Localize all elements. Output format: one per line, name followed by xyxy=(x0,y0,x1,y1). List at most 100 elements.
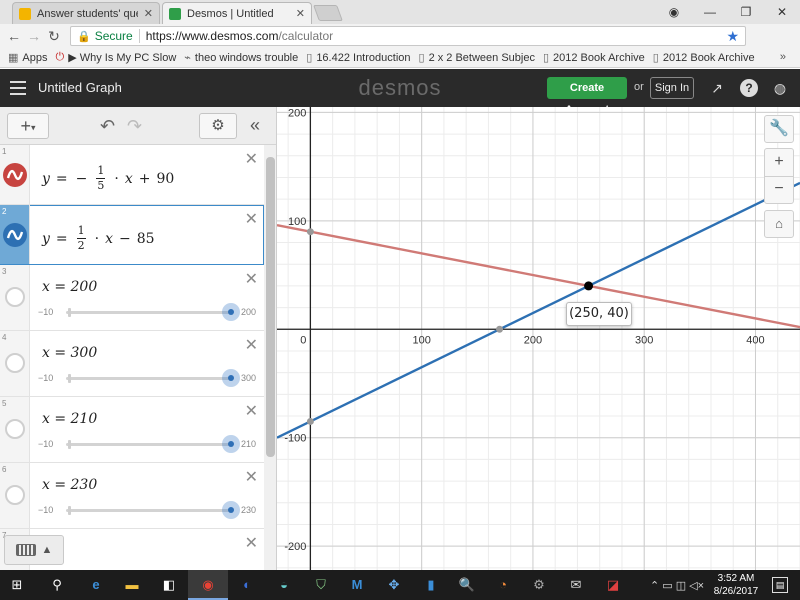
slider-min[interactable]: −10 xyxy=(38,307,53,317)
user-icon[interactable]: ◉ xyxy=(656,5,692,19)
expression-math[interactable]: y = 12 · x − 85 xyxy=(42,225,155,252)
value-slider[interactable]: −10 230 xyxy=(38,501,260,519)
slider-max[interactable]: 300 xyxy=(241,373,256,383)
value-slider[interactable]: −10 210 xyxy=(38,435,260,453)
slider-handle[interactable] xyxy=(222,435,240,453)
app-icon[interactable]: ◪ xyxy=(604,576,622,594)
expression-scrollbar[interactable] xyxy=(264,145,276,570)
graph-title[interactable]: Untitled Graph xyxy=(38,80,122,95)
hidden-curve-toggle-icon[interactable] xyxy=(5,485,25,505)
hamburger-menu-icon[interactable] xyxy=(10,81,26,95)
reload-icon[interactable]: ↻ xyxy=(44,28,64,45)
app-icon[interactable]: ⚙ xyxy=(530,576,548,594)
tab-answer-students[interactable]: Answer students' questio ✕ xyxy=(12,2,160,24)
search-icon[interactable]: ⚲ xyxy=(48,576,66,594)
tab-close-icon[interactable]: ✕ xyxy=(296,7,305,20)
back-icon[interactable]: ← xyxy=(4,28,24,44)
bookmark-item[interactable]: ⏻ ▶ Why Is My PC Slow xyxy=(55,51,176,64)
app-icon[interactable]: ▮ xyxy=(422,576,440,594)
slider-min[interactable]: −10 xyxy=(38,373,53,383)
store-icon[interactable]: ◧ xyxy=(160,576,178,594)
app-icon[interactable]: ◐ xyxy=(238,576,256,594)
mail-icon[interactable]: ✉ xyxy=(567,576,585,594)
app-icon[interactable]: ◒ xyxy=(275,576,293,594)
scrollbar-thumb[interactable] xyxy=(266,157,275,457)
tab-desmos[interactable]: Desmos | Untitled ✕ xyxy=(162,2,312,24)
settings-gear-icon[interactable]: ⚙ xyxy=(199,113,237,139)
red-line-curve[interactable] xyxy=(277,224,800,329)
hidden-curve-toggle-icon[interactable] xyxy=(5,419,25,439)
add-expression-button[interactable]: +▾ xyxy=(7,113,49,139)
delete-expression-icon[interactable]: ✕ xyxy=(245,335,258,355)
bookmark-item[interactable]: ▯ 2012 Book Archive xyxy=(653,51,755,65)
bookmark-star-icon[interactable]: ★ xyxy=(726,28,739,45)
help-icon[interactable]: ? xyxy=(740,79,758,97)
blue-curve-toggle-icon[interactable] xyxy=(3,223,27,247)
malwarebytes-icon[interactable]: M xyxy=(348,576,366,594)
forward-icon[interactable]: → xyxy=(24,28,44,44)
slider-handle[interactable] xyxy=(222,501,240,519)
address-bar[interactable]: 🔒 Secure https://www.desmos.com /calcula… xyxy=(70,26,746,46)
home-icon[interactable]: ⌂ xyxy=(764,210,794,238)
shield-icon[interactable]: ⛉ xyxy=(312,576,330,594)
minimize-icon[interactable]: — xyxy=(692,5,728,19)
chrome-icon[interactable]: ◉ xyxy=(199,576,217,594)
expression-row-6[interactable]: 6 x = 230 −10 230 ✕ xyxy=(0,463,264,529)
zoom-in-icon[interactable]: + xyxy=(765,149,793,177)
zoom-out-icon[interactable]: − xyxy=(765,177,793,203)
app-icon[interactable]: ◔ xyxy=(494,576,512,594)
expression-math[interactable]: x = 210 xyxy=(42,411,97,427)
bookmark-item[interactable]: ▯ 16.422 Introduction xyxy=(306,51,410,65)
slider-max[interactable]: 230 xyxy=(241,505,256,515)
tab-close-icon[interactable]: ✕ xyxy=(144,7,153,20)
x-intercept-point[interactable] xyxy=(496,325,504,333)
system-tray[interactable]: ⌃ ▭ ◫ ◁× xyxy=(650,579,704,592)
bookmarks-overflow-button[interactable]: » xyxy=(780,51,786,63)
slider-max[interactable]: 200 xyxy=(241,307,256,317)
expression-math[interactable]: x = 300 xyxy=(42,345,97,361)
slider-max[interactable]: 210 xyxy=(241,439,256,449)
value-slider[interactable]: −10 200 xyxy=(38,303,260,321)
file-explorer-icon[interactable]: ▬ xyxy=(123,576,141,594)
slider-handle[interactable] xyxy=(222,303,240,321)
windows-start-icon[interactable]: ⊞ xyxy=(8,576,26,594)
expression-row-5[interactable]: 5 x = 210 −10 210 ✕ xyxy=(0,397,264,463)
edge-browser-icon[interactable]: e xyxy=(87,576,105,594)
magnifier-icon[interactable]: 🔍 xyxy=(458,576,476,594)
bookmark-item[interactable]: ▯ 2012 Book Archive xyxy=(543,51,645,65)
value-slider[interactable]: −10 300 xyxy=(38,369,260,387)
bookmark-apps[interactable]: ▦ Apps xyxy=(8,51,47,65)
close-icon[interactable]: ✕ xyxy=(764,5,800,19)
y-intercept-point[interactable] xyxy=(306,228,314,236)
secure-indicator[interactable]: 🔒 Secure xyxy=(77,29,133,43)
graph-canvas[interactable]: 0 100 200 300 400 200 100 -100 -200 xyxy=(277,107,800,570)
expression-row-1[interactable]: 1 y = − 15 · x + 90 ✕ xyxy=(0,145,264,205)
notifications-icon[interactable]: ▤ xyxy=(772,577,788,593)
slider-min[interactable]: −10 xyxy=(38,505,53,515)
expression-math[interactable]: x = 200 xyxy=(42,279,97,295)
slider-handle[interactable] xyxy=(222,369,240,387)
app-icon[interactable]: ✥ xyxy=(385,576,403,594)
share-icon[interactable]: ↗ xyxy=(708,79,726,97)
collapse-panel-icon[interactable]: « xyxy=(250,115,260,136)
intersection-point[interactable] xyxy=(584,281,594,291)
restore-icon[interactable]: ❐ xyxy=(728,5,764,19)
redo-icon[interactable]: ↷ xyxy=(127,116,142,137)
delete-expression-icon[interactable]: ✕ xyxy=(245,209,258,229)
globe-icon[interactable]: ◍ xyxy=(771,79,789,97)
delete-expression-icon[interactable]: ✕ xyxy=(245,149,258,169)
expression-row-2[interactable]: 2 y = 12 · x − 85 ✕ xyxy=(0,205,264,265)
expression-row-4[interactable]: 4 x = 300 −10 300 ✕ xyxy=(0,331,264,397)
graph-paper[interactable]: 0 100 200 300 400 200 100 -100 -200 xyxy=(277,107,800,570)
keypad-toggle-button[interactable]: ▲ xyxy=(4,535,64,565)
undo-icon[interactable]: ↶ xyxy=(100,116,115,137)
red-curve-toggle-icon[interactable] xyxy=(3,163,27,187)
delete-expression-icon[interactable]: ✕ xyxy=(245,467,258,487)
expression-math[interactable]: y = − 15 · x + 90 xyxy=(42,165,174,192)
sign-in-button[interactable]: Sign In xyxy=(650,77,694,99)
bookmark-item[interactable]: ⌁ theo windows trouble xyxy=(184,51,298,65)
new-tab-button[interactable] xyxy=(313,5,343,21)
delete-expression-icon[interactable]: ✕ xyxy=(245,401,258,421)
bookmark-item[interactable]: ▯ 2 x 2 Between Subjec xyxy=(419,51,535,65)
delete-expression-icon[interactable]: ✕ xyxy=(245,533,258,553)
